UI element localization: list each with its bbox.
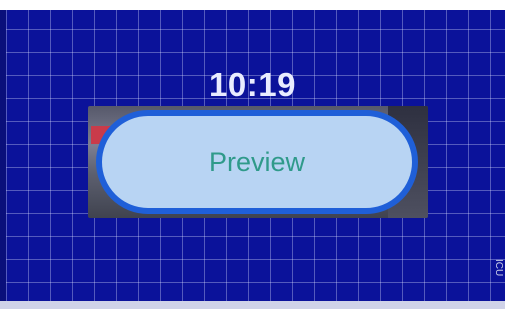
logo-icon: ICU <box>493 259 504 277</box>
top-edge <box>0 0 505 10</box>
clock-time: 10:19 <box>209 66 296 103</box>
lock-screen: 10:19 Preview ICU <box>0 0 505 309</box>
preview-button-label: Preview <box>208 146 306 177</box>
bottom-edge <box>0 301 505 309</box>
left-edge <box>0 10 6 301</box>
preview-button[interactable]: Preview <box>96 110 418 214</box>
